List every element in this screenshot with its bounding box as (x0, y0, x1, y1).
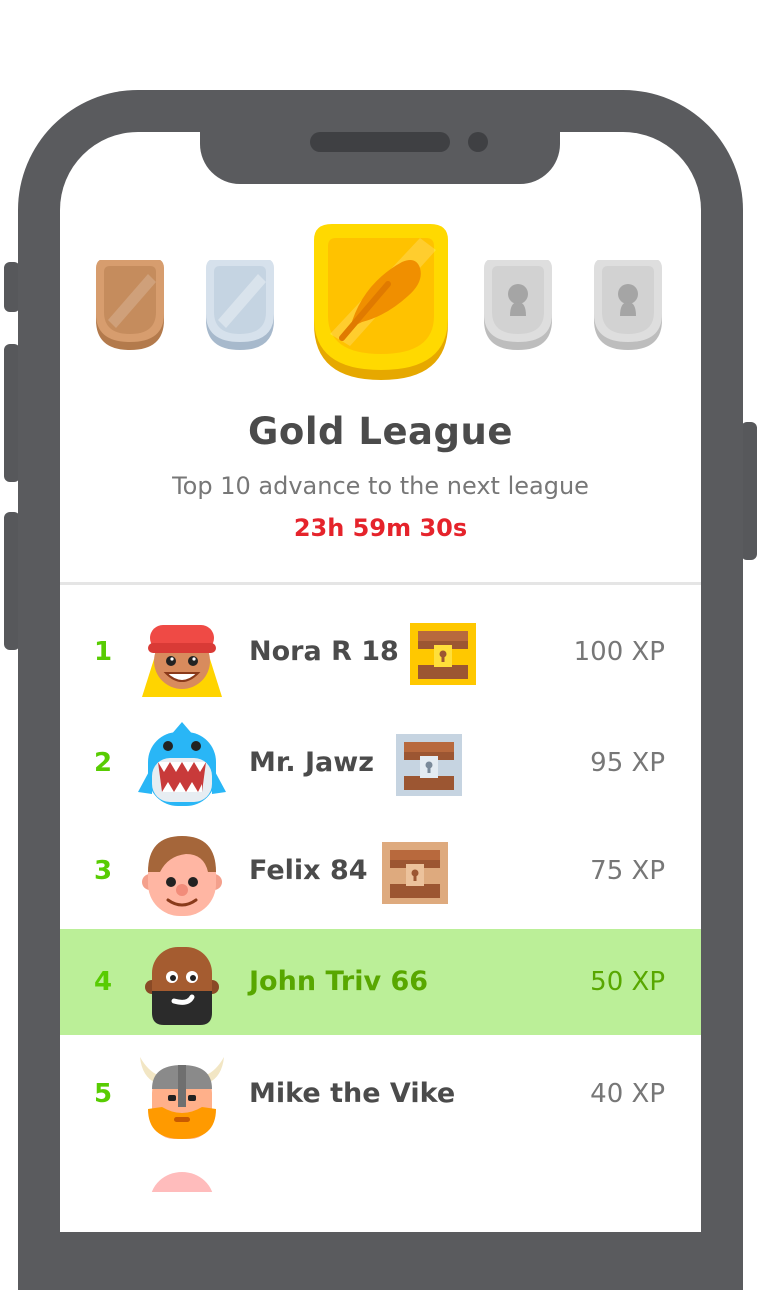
rank-number: 2 (94, 748, 113, 778)
locked-league-badge[interactable] (478, 260, 558, 352)
phone-speaker (310, 132, 450, 152)
leaderboard-screen: Gold League Top 10 advance to the next l… (60, 132, 701, 1232)
phone-camera (468, 132, 488, 152)
xp-value: 95 XP (590, 748, 665, 778)
shark-avatar-icon[interactable] (138, 722, 226, 810)
felix-avatar-icon[interactable] (138, 830, 226, 918)
league-countdown-timer: 23h 59m 30s (293, 514, 468, 542)
rank-number: 4 (94, 967, 113, 997)
bronze-chest-icon (382, 842, 448, 904)
silver-chest-icon (396, 734, 462, 796)
username: Felix 84 (249, 855, 368, 886)
silver-league-badge[interactable] (200, 260, 280, 352)
username: Mike the Vike (249, 1078, 456, 1109)
league-title: Gold League (248, 410, 513, 453)
leaderboard-row[interactable]: 2 Mr. Jawz 95 XP (60, 710, 701, 816)
nora-avatar-icon[interactable] (138, 611, 226, 699)
viking-avatar-icon[interactable] (138, 1053, 226, 1141)
leaderboard-row[interactable]: 1 Nora R 18 100 XP (60, 599, 701, 705)
xp-value: 40 XP (590, 1079, 665, 1109)
phone-power-button (741, 422, 757, 560)
divider (60, 582, 701, 585)
username: John Triv 66 (249, 966, 429, 997)
username: Nora R 18 (249, 636, 399, 667)
rank-number: 1 (94, 637, 113, 667)
next-avatar-icon (151, 1172, 213, 1192)
john-avatar-icon[interactable] (138, 941, 226, 1029)
xp-value: 100 XP (573, 637, 665, 667)
xp-value: 50 XP (590, 967, 665, 997)
leaderboard-row-current-user[interactable]: 4 John Triv 66 50 XP (60, 929, 701, 1035)
rank-number: 5 (94, 1079, 113, 1109)
league-subtitle: Top 10 advance to the next league (172, 472, 589, 500)
locked-league-badge[interactable] (588, 260, 668, 352)
gold-league-badge[interactable] (310, 224, 452, 384)
xp-value: 75 XP (590, 856, 665, 886)
username: Mr. Jawz (249, 747, 374, 778)
leaderboard-row[interactable]: 5 Mike the Vike 40 XP (60, 1041, 701, 1147)
gold-chest-icon (410, 623, 476, 685)
bronze-league-badge[interactable] (90, 260, 170, 352)
rank-number: 3 (94, 856, 113, 886)
leaderboard-row[interactable]: 3 Felix 84 75 XP (60, 818, 701, 924)
